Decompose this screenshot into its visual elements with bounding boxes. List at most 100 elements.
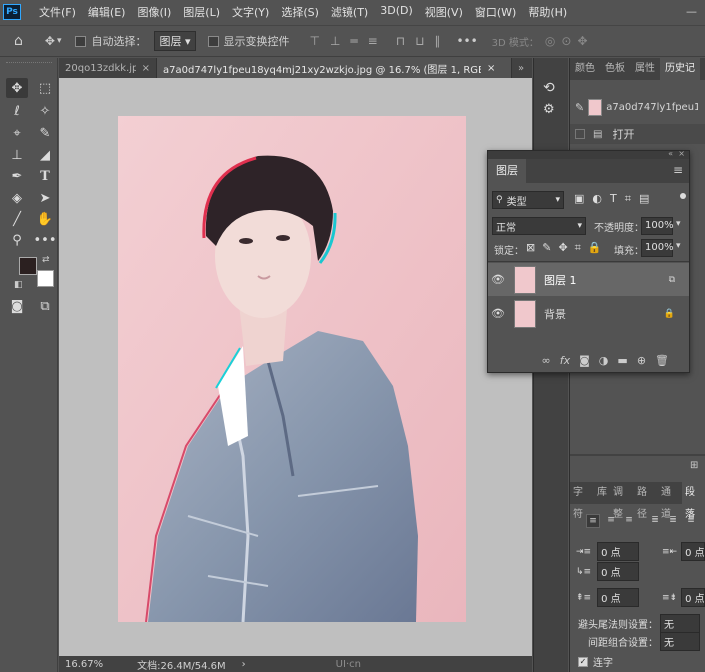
panel-menu-icon[interactable]: ⊞ bbox=[690, 460, 698, 471]
align-icons[interactable]: ⊤⊥═≡ bbox=[310, 34, 388, 48]
lower-panel-tab[interactable]: 库 bbox=[594, 482, 610, 504]
move-tool-icon[interactable]: ✥ bbox=[45, 34, 55, 48]
right-panel-tab[interactable]: 属性 bbox=[630, 58, 660, 80]
menu-item[interactable]: 滤镜(T) bbox=[331, 4, 368, 20]
indent-right-input[interactable]: 0 点 bbox=[681, 542, 705, 561]
right-panel-tab[interactable]: 颜色 bbox=[570, 58, 600, 80]
3d-mode-icons[interactable]: ◎⊙✥ bbox=[545, 34, 594, 48]
menu-item[interactable]: 文字(Y) bbox=[232, 4, 269, 20]
eraser-icon[interactable]: ◢ bbox=[34, 145, 56, 165]
stamp-tool-icon[interactable]: ⊥ bbox=[6, 145, 28, 165]
path-select-icon[interactable]: ➤ bbox=[34, 188, 56, 208]
adjustment-filter-icon[interactable]: ◐ bbox=[592, 192, 602, 206]
lower-panel-tab[interactable]: 字符 bbox=[570, 482, 594, 520]
minimize-button[interactable]: — bbox=[686, 5, 697, 18]
first-indent-input[interactable]: 0 点 bbox=[597, 562, 640, 581]
more-tools-icon[interactable]: ••• bbox=[34, 230, 57, 250]
layer-filter-dropdown[interactable]: ⚲ 类型 ▾ bbox=[492, 191, 564, 209]
magic-wand-icon[interactable]: ✧ bbox=[34, 101, 56, 121]
close-icon[interactable]: × bbox=[487, 63, 495, 74]
more-options-button[interactable]: ••• bbox=[456, 34, 477, 48]
align-left-icon[interactable]: ≡ bbox=[586, 514, 600, 528]
layer-name[interactable]: 背景 bbox=[544, 306, 566, 322]
justify-center-icon[interactable]: ≣ bbox=[666, 514, 680, 528]
home-icon[interactable]: ⌂ bbox=[14, 33, 23, 49]
menu-item[interactable]: 帮助(H) bbox=[528, 4, 567, 20]
brush-icon[interactable]: ✎ bbox=[34, 123, 56, 143]
default-colors-icon[interactable]: ◧ bbox=[14, 280, 23, 290]
history-panel-icon[interactable]: ⟲ bbox=[543, 80, 555, 96]
zoom-tool-icon[interactable]: ⚲ bbox=[6, 230, 28, 250]
shape-filter-icon[interactable]: ⌗ bbox=[625, 192, 631, 206]
pen-tool-icon[interactable]: ✒ bbox=[6, 166, 28, 186]
chevron-down-icon[interactable]: ▾ bbox=[57, 36, 62, 46]
link-layers-icon[interactable]: ∞ bbox=[542, 354, 551, 367]
eyedropper-icon[interactable]: ⌖ bbox=[6, 123, 28, 143]
type-tool-icon[interactable]: T bbox=[34, 166, 56, 186]
auto-select-checkbox[interactable] bbox=[75, 35, 87, 47]
close-icon[interactable]: × bbox=[142, 63, 150, 74]
tab-layers[interactable]: 图层 bbox=[488, 159, 526, 183]
menu-item[interactable]: 图像(I) bbox=[137, 4, 171, 20]
right-panel-tab[interactable]: 历史记 bbox=[660, 58, 700, 80]
menu-item[interactable]: 视图(V) bbox=[425, 4, 463, 20]
history-snapshot-row[interactable]: ✎ a7a0d747ly1fpeu18yq4m bbox=[570, 96, 705, 118]
justify-right-icon[interactable]: ≣ bbox=[684, 514, 698, 528]
hand-tool-icon[interactable]: ✋ bbox=[34, 209, 56, 229]
lower-panel-tab[interactable]: 段落 bbox=[682, 482, 705, 520]
blend-mode-dropdown[interactable]: 正常 ▾ bbox=[492, 217, 586, 235]
new-layer-icon[interactable]: ⊕ bbox=[637, 354, 646, 367]
distribute-icons[interactable]: ⊓⊔∥ bbox=[396, 34, 451, 48]
fill-input[interactable]: 100% bbox=[641, 239, 674, 257]
screen-mode-icon[interactable]: ⧉ bbox=[34, 296, 56, 316]
filter-toggle[interactable] bbox=[680, 193, 686, 199]
lock-pixels-icon[interactable]: ✎ bbox=[542, 241, 551, 255]
history-item-open[interactable]: ▤ 打开 bbox=[570, 124, 705, 144]
background-color-swatch[interactable] bbox=[37, 270, 54, 287]
smart-object-filter-icon[interactable]: ▤ bbox=[639, 192, 649, 206]
opacity-input[interactable]: 100% bbox=[641, 217, 674, 235]
new-group-icon[interactable]: ▬ bbox=[617, 354, 627, 367]
tab-doc-2[interactable]: a7a0d747ly1fpeu18yq4mj21xy2wzkjo.jpg @ 1… bbox=[157, 58, 512, 78]
layer-row[interactable]: 👁 图层 1 ⧉ bbox=[488, 263, 689, 296]
lower-panel-tab[interactable]: 调整 bbox=[610, 482, 634, 520]
hyphenate-checkbox[interactable]: ✓ bbox=[578, 656, 588, 667]
lower-panel-tab[interactable]: 通道 bbox=[658, 482, 682, 520]
lock-artboard-icon[interactable]: ⌗ bbox=[575, 241, 581, 255]
move-tool-icon[interactable]: ✥ bbox=[6, 78, 28, 98]
fx-icon[interactable]: fx bbox=[560, 354, 570, 367]
kinsoku-dropdown[interactable]: 无 bbox=[660, 614, 700, 633]
paint-bucket-icon[interactable]: ◈ bbox=[6, 188, 28, 208]
eye-icon[interactable]: 👁 bbox=[488, 307, 508, 320]
show-transform-checkbox[interactable] bbox=[207, 35, 219, 47]
lock-transparent-icon[interactable]: ⊠ bbox=[526, 241, 535, 255]
tab-doc-1[interactable]: 20qo13zdkk.jpg × bbox=[59, 58, 157, 78]
space-after-input[interactable]: 0 点 bbox=[681, 588, 705, 607]
foreground-color-swatch[interactable] bbox=[19, 257, 37, 275]
lock-position-icon[interactable]: ✥ bbox=[558, 241, 567, 255]
marquee-tool-icon[interactable]: ⬚ bbox=[34, 78, 56, 98]
tab-overflow-icon[interactable]: » bbox=[512, 58, 532, 78]
panel-menu-icon[interactable]: ≡ bbox=[673, 163, 683, 177]
align-center-icon[interactable]: ≡ bbox=[604, 514, 618, 528]
adjustment-layer-icon[interactable]: ◑ bbox=[599, 354, 609, 367]
chevron-down-icon[interactable]: ▾ bbox=[676, 241, 681, 251]
justify-left-icon[interactable]: ≣ bbox=[648, 514, 662, 528]
close-icon[interactable]: × bbox=[678, 149, 685, 158]
lasso-tool-icon[interactable]: ℓ bbox=[6, 101, 28, 121]
lock-all-icon[interactable]: 🔒 bbox=[588, 241, 602, 255]
document-image[interactable] bbox=[118, 116, 466, 622]
line-tool-icon[interactable]: ╱ bbox=[6, 209, 28, 229]
adjustments-panel-icon[interactable]: ⚙ bbox=[543, 102, 555, 117]
lower-panel-tab[interactable]: 路径 bbox=[634, 482, 658, 520]
status-menu-arrow[interactable]: › bbox=[242, 659, 246, 670]
menu-item[interactable]: 3D(D) bbox=[380, 4, 413, 20]
menu-item[interactable]: 图层(L) bbox=[183, 4, 220, 20]
menu-item[interactable]: 文件(F) bbox=[39, 4, 76, 20]
right-panel-tab[interactable]: 色板 bbox=[600, 58, 630, 80]
align-right-icon[interactable]: ≡ bbox=[622, 514, 636, 528]
layer-row[interactable]: 👁 背景 🔒 bbox=[488, 297, 689, 330]
indent-left-input[interactable]: 0 点 bbox=[597, 542, 640, 561]
delete-layer-icon[interactable]: 🗑 bbox=[655, 354, 669, 367]
collapse-icon[interactable]: « bbox=[668, 149, 673, 158]
